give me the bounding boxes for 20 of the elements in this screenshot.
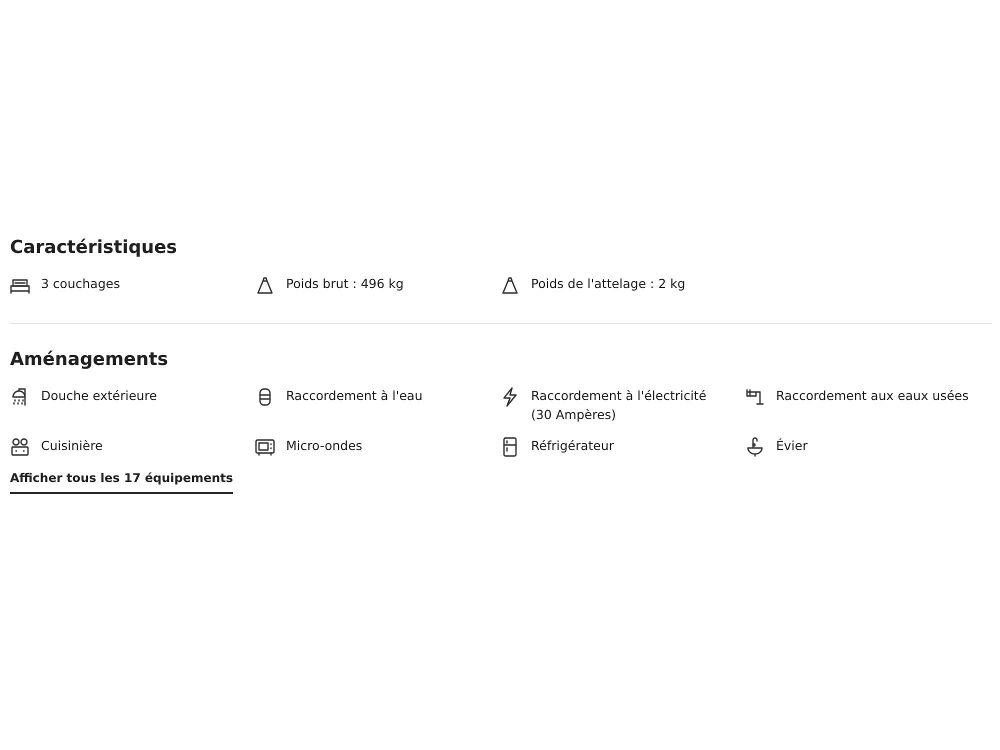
section-heading: Aménagements: [10, 348, 170, 372]
feature-label: Poids de l'attelage : 2 kg: [531, 275, 686, 293]
feature-label: 3 couchages: [41, 275, 120, 293]
feature-label: Micro-ondes: [286, 437, 362, 455]
feature-label: Raccordement à l'eau: [286, 387, 422, 405]
feature-label: Douche extérieure: [41, 387, 157, 405]
sink-icon: [745, 437, 765, 457]
feature-label: Évier: [776, 437, 808, 455]
feature-label: Poids brut : 496 kg: [286, 275, 404, 293]
pipe-icon: [745, 387, 765, 407]
section-heading: Caractéristiques: [10, 236, 178, 260]
feature-label: Réfrigérateur: [531, 437, 614, 455]
show-all-link[interactable]: Afficher tous les 17 équipements: [10, 469, 234, 494]
feature-label: Raccordement à l'électricité (30 Ampères): [531, 387, 708, 424]
microwave-icon: [255, 437, 275, 457]
weight-icon: [500, 275, 520, 295]
feature-label: Raccordement aux eaux usées: [776, 387, 969, 405]
weight-icon: [255, 275, 275, 295]
feature-label: Cuisinière: [41, 437, 103, 455]
stove-icon: [10, 437, 30, 457]
